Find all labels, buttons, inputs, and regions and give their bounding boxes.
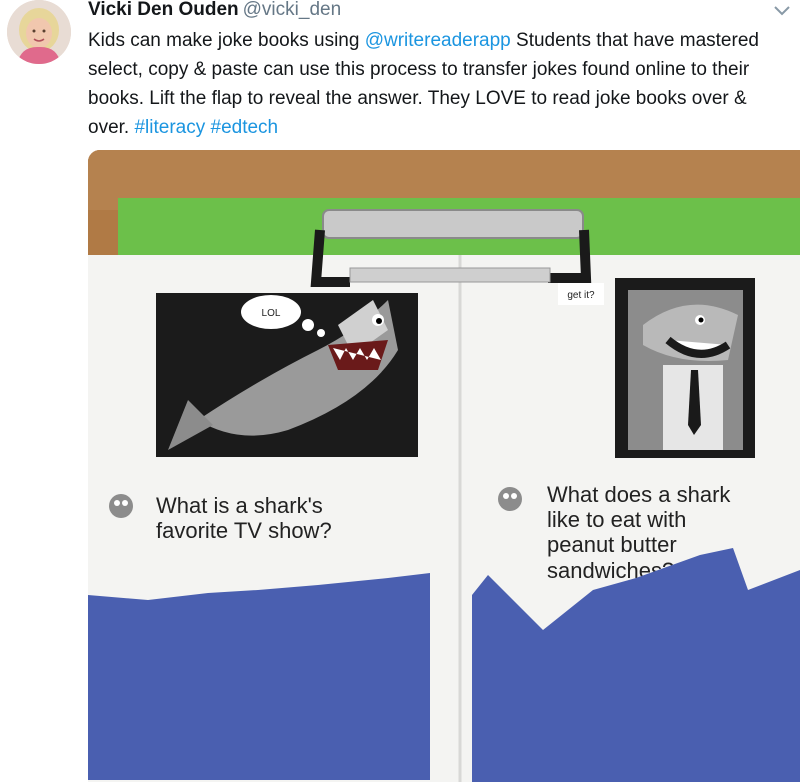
tweet-header: Vicki Den Ouden @vicki_den	[88, 0, 341, 22]
tweet-photo[interactable]: LOL get it? What is a shark's favorite T…	[88, 150, 800, 782]
answer-flap-left	[88, 573, 430, 780]
avatar-image	[7, 0, 71, 64]
display-name[interactable]: Vicki Den Ouden	[88, 0, 239, 20]
tweet-text-segment: Kids can make joke books using	[88, 30, 365, 51]
tweet-text: Kids can make joke books using @writerea…	[88, 26, 793, 142]
tweet: Vicki Den Ouden @vicki_den Kids can make …	[0, 0, 800, 782]
photo-content: LOL get it? What is a shark's favorite T…	[88, 150, 800, 782]
hashtag-link[interactable]: #literacy	[134, 117, 205, 138]
clipboard-clip	[322, 209, 584, 239]
left-question-line-2: favorite TV show?	[156, 518, 332, 543]
bubble-label-right: get it?	[567, 290, 595, 301]
right-question-line-1: What does a shark	[547, 482, 731, 507]
owl-icon	[498, 487, 522, 511]
owl-icon	[109, 494, 133, 518]
hashtag-link[interactable]: #edtech	[211, 117, 279, 138]
avatar[interactable]	[7, 0, 71, 64]
chevron-down-icon[interactable]	[772, 4, 792, 18]
left-question-line-1: What is a shark's	[156, 493, 323, 518]
right-question-line-2: like to eat with	[547, 507, 686, 532]
right-question-line-3: peanut butter	[547, 532, 677, 557]
bubble-label-left: LOL	[262, 308, 281, 319]
user-handle[interactable]: @vicki_den	[243, 0, 342, 20]
mention-link[interactable]: @writereaderapp	[365, 30, 511, 51]
